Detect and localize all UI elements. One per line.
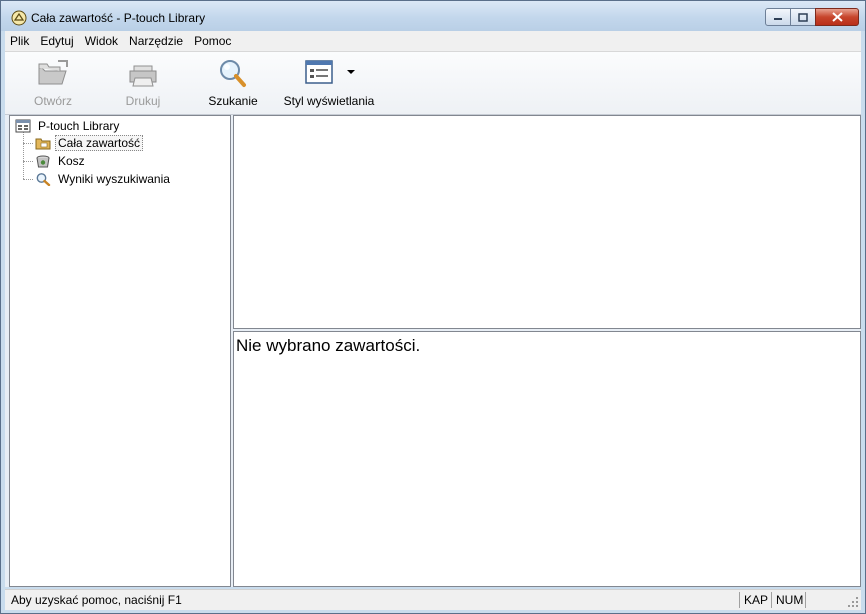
preview-pane: Nie wybrano zawartości. bbox=[233, 331, 861, 587]
tree-root-p-touch-library[interactable]: P-touch Library bbox=[15, 117, 122, 135]
menu-widok[interactable]: Widok bbox=[80, 31, 123, 51]
open-button[interactable]: Otwórz bbox=[15, 56, 91, 110]
resize-grip-icon[interactable] bbox=[847, 596, 859, 608]
status-bar: Aby uzyskać pomoc, naciśnij F1 KAP NUM bbox=[5, 589, 861, 610]
p-touch-app-icon bbox=[11, 10, 27, 26]
app-window: Cała zawartość - P-touch Library Plik Ed… bbox=[0, 0, 866, 614]
window-title: Cała zawartość - P-touch Library bbox=[31, 11, 206, 25]
menu-plik[interactable]: Plik bbox=[5, 31, 34, 51]
tree-item-all-contents[interactable]: Cała zawartość bbox=[35, 134, 144, 152]
search-results-icon bbox=[36, 173, 51, 186]
num-lock-indicator: NUM bbox=[771, 592, 805, 608]
folder-icon bbox=[35, 138, 51, 150]
trash-icon bbox=[36, 155, 50, 168]
maximize-button[interactable] bbox=[790, 8, 816, 26]
view-style-icon bbox=[305, 60, 333, 84]
tree-connector bbox=[23, 132, 24, 179]
toolbar: Otwórz Drukuj Szukanie Styl wyświetlania bbox=[5, 52, 861, 115]
tree-item-label: Kosz bbox=[58, 154, 85, 168]
close-button[interactable] bbox=[815, 8, 859, 26]
tree-root-label: P-touch Library bbox=[38, 119, 120, 133]
library-icon bbox=[15, 119, 31, 133]
window-controls bbox=[765, 8, 859, 28]
print-label: Drukuj bbox=[125, 94, 161, 108]
search-label: Szukanie bbox=[208, 94, 258, 108]
close-icon bbox=[831, 12, 843, 22]
tree-connector bbox=[23, 143, 33, 144]
minimize-icon bbox=[774, 18, 782, 20]
tree-connector bbox=[23, 179, 33, 180]
open-folder-icon bbox=[38, 60, 68, 85]
magnifier-icon bbox=[220, 60, 246, 87]
caps-lock-indicator: KAP bbox=[739, 592, 771, 608]
maximize-icon bbox=[798, 12, 808, 22]
tree-connector bbox=[23, 161, 33, 162]
tree-item-search-results[interactable]: Wyniki wyszukiwania bbox=[35, 170, 173, 188]
contents-list-pane[interactable] bbox=[233, 115, 861, 329]
status-empty-cell bbox=[805, 592, 845, 608]
print-button[interactable]: Drukuj bbox=[105, 56, 181, 110]
preview-message: Nie wybrano zawartości. bbox=[236, 336, 421, 355]
folder-tree[interactable]: P-touch Library Cała zawartość Kosz Wyni… bbox=[9, 115, 231, 587]
view-style-button[interactable]: Styl wyświetlania bbox=[277, 56, 381, 110]
view-style-dropdown-icon[interactable] bbox=[347, 70, 355, 74]
main-content: P-touch Library Cała zawartość Kosz Wyni… bbox=[5, 115, 861, 587]
view-style-label: Styl wyświetlania bbox=[283, 94, 375, 108]
tree-item-trash[interactable]: Kosz bbox=[35, 152, 88, 170]
menu-pomoc[interactable]: Pomoc bbox=[189, 31, 236, 51]
open-label: Otwórz bbox=[33, 94, 72, 108]
title-bar[interactable]: Cała zawartość - P-touch Library bbox=[1, 1, 865, 31]
status-help-text: Aby uzyskać pomoc, naciśnij F1 bbox=[11, 593, 182, 607]
tree-item-label: Wyniki wyszukiwania bbox=[58, 172, 170, 186]
minimize-button[interactable] bbox=[765, 8, 791, 26]
printer-icon bbox=[129, 65, 157, 87]
menu-bar: Plik Edytuj Widok Narzędzie Pomoc bbox=[5, 31, 861, 52]
tree-item-label: Cała zawartość bbox=[55, 135, 144, 151]
search-button[interactable]: Szukanie bbox=[195, 56, 271, 110]
menu-narzedzie[interactable]: Narzędzie bbox=[124, 31, 188, 51]
menu-edytuj[interactable]: Edytuj bbox=[35, 31, 78, 51]
